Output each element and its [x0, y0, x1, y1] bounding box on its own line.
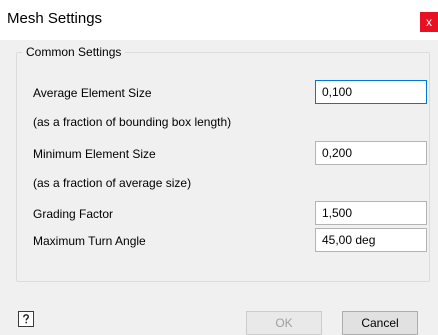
average-element-size-label: Average Element Size: [33, 86, 152, 100]
cancel-button[interactable]: Cancel: [342, 311, 418, 335]
maximum-turn-angle-label: Maximum Turn Angle: [33, 234, 146, 248]
average-element-size-input[interactable]: 0,100: [315, 80, 427, 104]
ok-button[interactable]: OK: [246, 311, 322, 335]
help-icon: [23, 314, 30, 324]
close-icon: x: [426, 15, 432, 29]
grading-factor-label: Grading Factor: [33, 207, 114, 221]
title-bar: Mesh Settings: [0, 0, 438, 40]
minimum-size-hint: (as a fraction of average size): [33, 176, 192, 190]
minimum-element-size-label: Minimum Element Size: [33, 147, 156, 161]
grading-factor-input[interactable]: 1,500: [315, 201, 427, 225]
group-title: Common Settings: [22, 45, 126, 59]
close-button[interactable]: x: [420, 12, 438, 32]
help-button[interactable]: [18, 311, 34, 327]
minimum-element-size-input[interactable]: 0,200: [315, 141, 427, 165]
window-title: Mesh Settings: [7, 10, 103, 27]
average-size-hint: (as a fraction of bounding box length): [33, 115, 232, 129]
maximum-turn-angle-input[interactable]: 45,00 deg: [315, 228, 427, 252]
